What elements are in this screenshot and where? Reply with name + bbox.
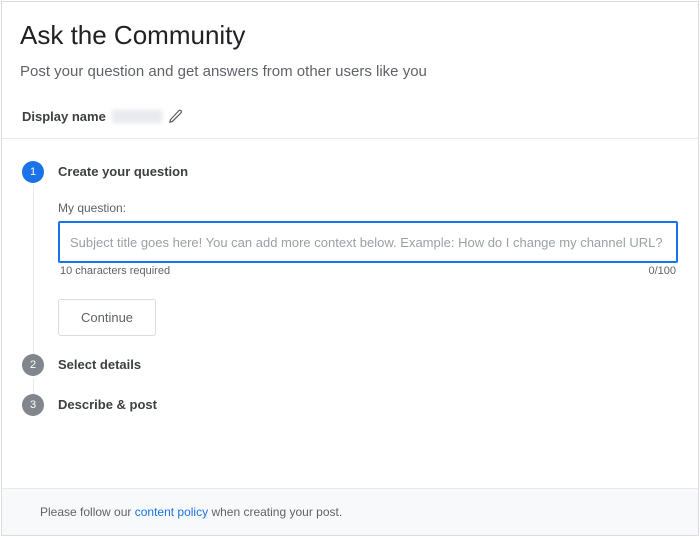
step-2-title[interactable]: Select details <box>58 354 678 376</box>
question-input-wrapper <box>58 221 678 263</box>
step-1: 1 Create your question My question: 10 c… <box>22 161 678 354</box>
page-title: Ask the Community <box>20 20 680 51</box>
steps-container: 1 Create your question My question: 10 c… <box>2 139 698 434</box>
step-2-circle: 2 <box>22 354 44 376</box>
step-2: 2 Select details <box>22 354 678 394</box>
step-3-circle: 3 <box>22 394 44 416</box>
pencil-icon[interactable] <box>168 108 184 124</box>
step-3: 3 Describe & post <box>22 394 678 434</box>
footer-prefix: Please follow our <box>40 505 135 519</box>
step-1-title: Create your question <box>58 161 678 183</box>
footer: Please follow our content policy when cr… <box>2 488 698 535</box>
input-counter: 0/100 <box>648 265 676 277</box>
header: Ask the Community Post your question and… <box>2 2 698 108</box>
input-meta: 10 characters required 0/100 <box>58 265 678 277</box>
display-name-label: Display name <box>22 109 106 124</box>
page-subtitle: Post your question and get answers from … <box>20 63 680 80</box>
display-name-row: Display name <box>2 108 698 138</box>
step-1-circle: 1 <box>22 161 44 183</box>
footer-suffix: when creating your post. <box>208 505 342 519</box>
step-1-body: My question: 10 characters required 0/10… <box>58 183 678 336</box>
continue-button[interactable]: Continue <box>58 299 156 336</box>
page-container: Ask the Community Post your question and… <box>1 1 699 536</box>
question-input[interactable] <box>58 221 678 263</box>
content-policy-link[interactable]: content policy <box>135 505 208 519</box>
input-requirement: 10 characters required <box>60 265 170 277</box>
step-3-title[interactable]: Describe & post <box>58 394 678 416</box>
question-field-label: My question: <box>58 201 678 215</box>
display-name-value <box>112 110 162 123</box>
